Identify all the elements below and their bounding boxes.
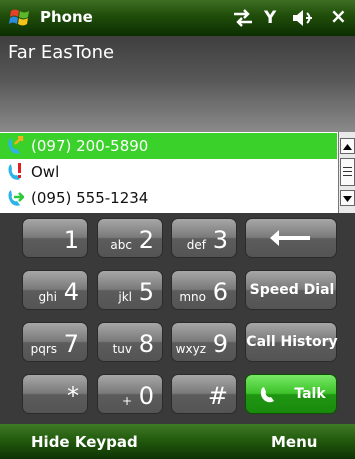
missed-call-icon (8, 163, 21, 180)
key-digit: 1 (63, 226, 79, 254)
close-icon[interactable]: × (330, 6, 347, 26)
call-history-button[interactable]: Call History (245, 322, 338, 362)
backspace-button[interactable] (245, 218, 337, 258)
outgoing-call-icon (8, 136, 24, 154)
key-0[interactable]: + 0 (97, 374, 163, 414)
key-letters: pqrs (30, 342, 57, 356)
key-6[interactable]: mno 6 (171, 270, 237, 310)
key-digit: 8 (138, 330, 154, 358)
dial-keypad: 1 abc 2 def 3 ghi 4 jkl 5 mno 6 Speed Di… (0, 213, 355, 424)
signal-icon[interactable]: Y (264, 8, 276, 28)
talk-button[interactable]: Talk (245, 374, 337, 414)
key-digit: 2 (138, 226, 154, 254)
key-2[interactable]: abc 2 (97, 218, 163, 258)
app-title: Phone (40, 8, 93, 26)
chevron-down-icon (343, 196, 352, 202)
key-letters: wxyz (175, 342, 206, 356)
scroll-thumb[interactable] (340, 158, 355, 186)
key-1[interactable]: 1 (22, 218, 88, 258)
volume-icon[interactable] (291, 9, 315, 27)
call-history-label: Call History (246, 334, 338, 350)
speed-dial-label: Speed Dial (249, 282, 335, 298)
list-item-label: (097) 200-5890 (31, 137, 149, 155)
chevron-up-icon (343, 144, 352, 150)
key-digit: 7 (63, 330, 79, 358)
backspace-arrow-icon (270, 230, 310, 246)
recent-calls-list: (097) 200-5890 Owl (095) 555-1234 (0, 132, 355, 214)
menu-softkey[interactable]: Menu (271, 433, 317, 451)
key-letters: + (121, 394, 132, 408)
scrollbar[interactable] (338, 132, 355, 213)
phone-screen: Phone Y × Far EasTone (097) 200-5890 Owl… (0, 0, 355, 459)
hide-keypad-softkey[interactable]: Hide Keypad (31, 433, 138, 451)
key-digit: 6 (212, 278, 228, 306)
key-digit: * (67, 382, 79, 410)
key-letters: abc (110, 238, 132, 252)
key-letters: jkl (118, 290, 132, 304)
key-letters: ghi (38, 290, 57, 304)
title-bar: Phone Y × (0, 0, 355, 36)
key-5[interactable]: jkl 5 (97, 270, 163, 310)
key-digit: 4 (63, 278, 79, 306)
carrier-name: Far EasTone (8, 42, 115, 63)
incoming-call-icon (8, 190, 24, 206)
key-digit: 0 (138, 382, 154, 410)
scroll-up-button[interactable] (340, 138, 355, 154)
talk-label: Talk (294, 386, 326, 402)
key-digit: # (207, 382, 228, 410)
key-letters: mno (179, 290, 206, 304)
key-digit: 3 (212, 226, 228, 254)
key-digit: 5 (138, 278, 154, 306)
windows-flag-icon[interactable] (9, 7, 31, 29)
connectivity-icon[interactable] (232, 9, 254, 27)
key-4[interactable]: ghi 4 (22, 270, 88, 310)
key-hash[interactable]: # (171, 374, 237, 414)
key-7[interactable]: pqrs 7 (22, 322, 88, 362)
carrier-panel: Far EasTone (0, 36, 355, 132)
list-item[interactable]: (095) 555-1234 (0, 185, 337, 211)
list-item-label: Owl (31, 163, 60, 181)
list-item[interactable]: Owl (0, 159, 337, 185)
key-8[interactable]: tuv 8 (97, 322, 163, 362)
scroll-down-button[interactable] (340, 190, 355, 206)
list-item[interactable]: (097) 200-5890 (0, 133, 337, 159)
key-letters: tuv (112, 342, 132, 356)
speed-dial-button[interactable]: Speed Dial (245, 270, 337, 310)
list-item-label: (095) 555-1234 (31, 189, 149, 207)
key-9[interactable]: wxyz 9 (171, 322, 237, 362)
key-star[interactable]: * (22, 374, 88, 414)
soft-key-bar: Hide Keypad Menu (0, 424, 355, 459)
key-letters: def (186, 238, 206, 252)
key-digit: 9 (212, 330, 228, 358)
key-3[interactable]: def 3 (171, 218, 237, 258)
